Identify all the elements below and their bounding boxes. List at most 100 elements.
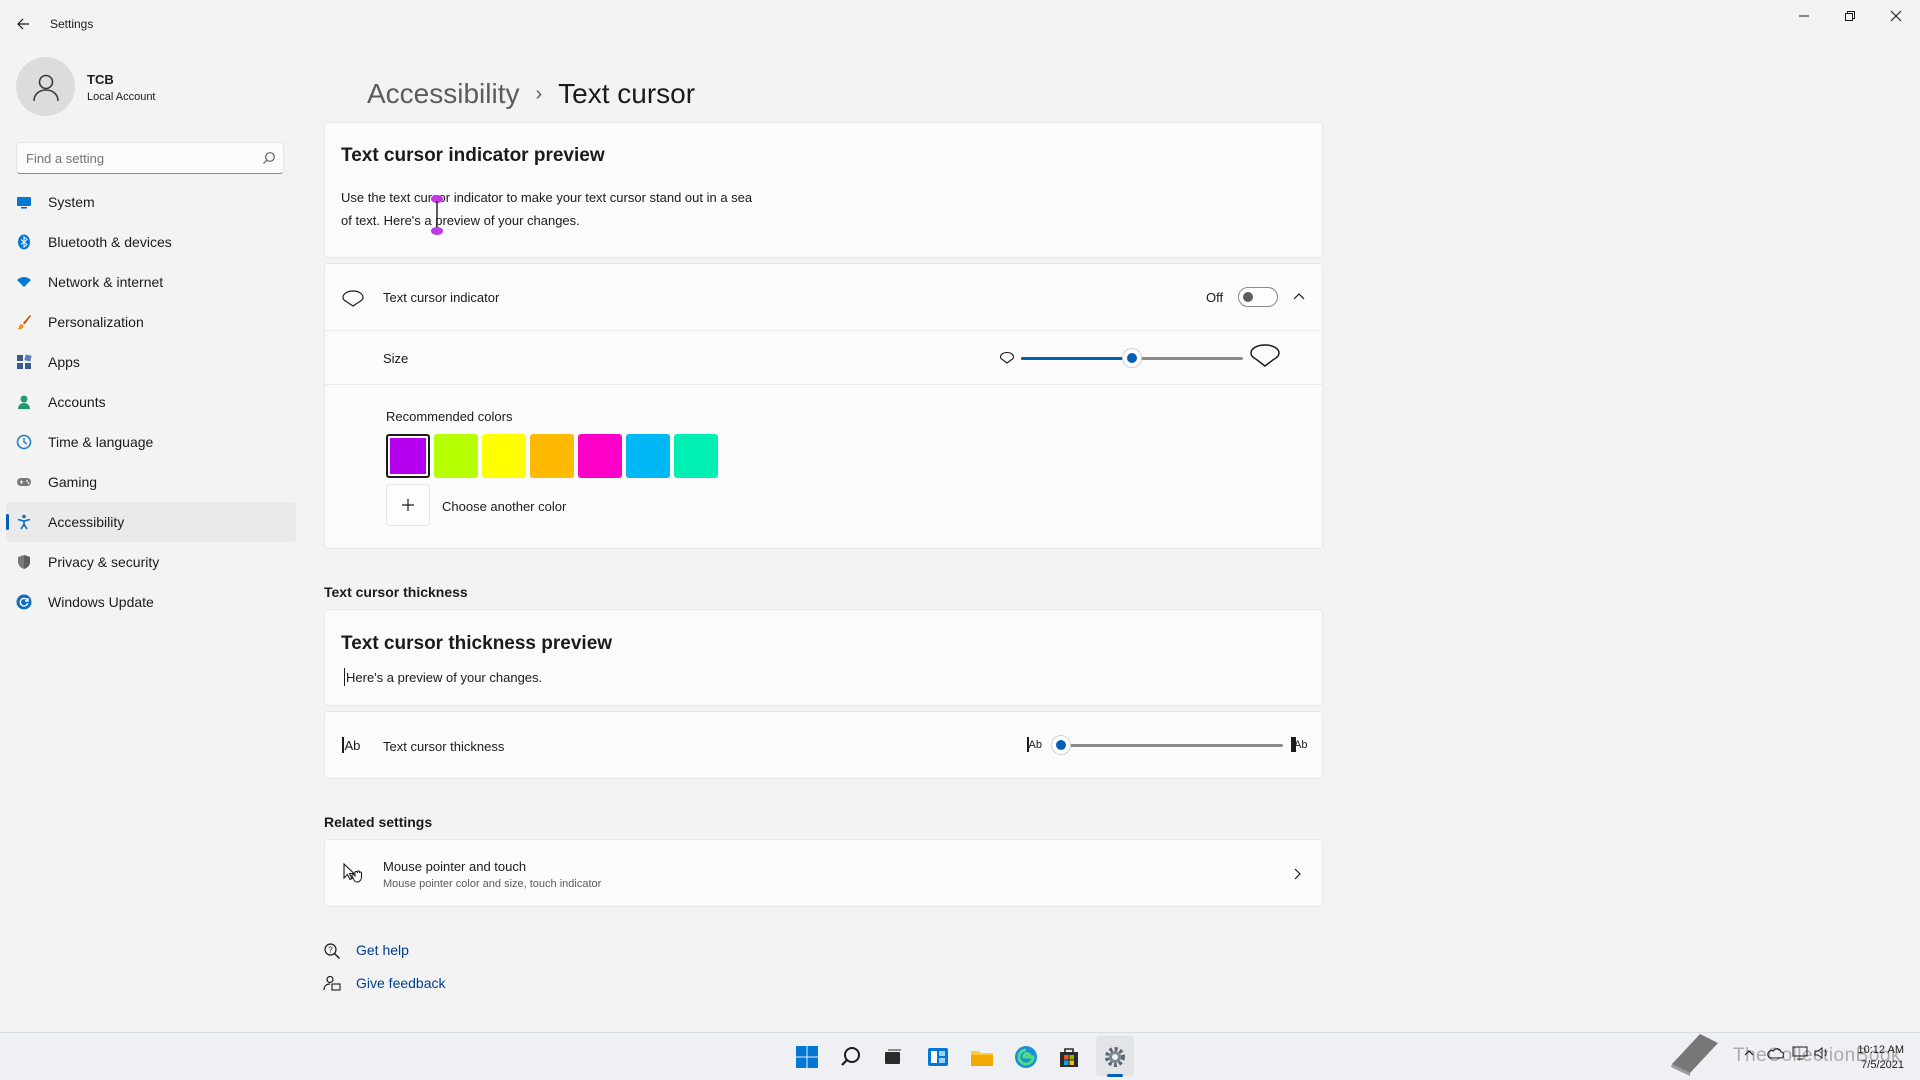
thickness-slider[interactable] <box>1051 734 1283 756</box>
size-slider-fill <box>1021 357 1132 360</box>
sidebar-item-bluetooth[interactable]: Bluetooth & devices <box>6 222 296 262</box>
size-label: Size <box>383 351 409 366</box>
task-view-icon[interactable] <box>881 1045 905 1069</box>
sidebar-item-label: Time & language <box>48 434 154 450</box>
bluetooth-icon <box>16 234 32 250</box>
sidebar-item-label: Apps <box>48 354 80 370</box>
window-title: Settings <box>50 17 94 31</box>
sidebar-item-label: Gaming <box>48 474 98 490</box>
chevron-up-icon[interactable] <box>1292 291 1306 301</box>
choose-color-label[interactable]: Choose another color <box>442 499 566 514</box>
color-swatch-teal[interactable] <box>674 434 718 478</box>
close-button[interactable] <box>1873 6 1919 26</box>
minimize-button[interactable] <box>1781 6 1827 26</box>
breadcrumb-separator: › <box>535 82 543 105</box>
thickness-icon: Ab <box>342 737 360 753</box>
edge-icon[interactable] <box>1014 1045 1038 1069</box>
sidebar-item-privacy[interactable]: Privacy & security <box>6 542 296 582</box>
taskbar-search-icon[interactable] <box>839 1045 863 1069</box>
breadcrumb: Accessibility › Text cursor <box>367 78 695 110</box>
clock-time[interactable]: 10:12 AM <box>1854 1044 1904 1056</box>
chevron-right-icon[interactable] <box>1293 867 1303 881</box>
system-icon <box>16 194 32 210</box>
indicator-toggle[interactable] <box>1238 287 1278 307</box>
large-indicator-icon <box>1249 343 1281 369</box>
wifi-icon <box>16 274 32 290</box>
color-swatch-cyan[interactable] <box>626 434 670 478</box>
color-swatch-orange[interactable] <box>530 434 574 478</box>
speaker-icon[interactable] <box>1814 1046 1830 1060</box>
sidebar-item-apps[interactable]: Apps <box>6 342 296 382</box>
thickness-preview-text: Here's a preview of your changes. <box>346 670 543 685</box>
svg-text:?: ? <box>328 946 333 955</box>
shield-icon <box>16 554 32 570</box>
sidebar-item-accounts[interactable]: Accounts <box>6 382 296 422</box>
color-swatch-pink[interactable] <box>578 434 622 478</box>
restore-button[interactable] <box>1827 6 1873 26</box>
thick-cursor-icon: Ab <box>1291 737 1307 752</box>
sidebar-item-label: Accessibility <box>48 514 125 530</box>
small-indicator-icon <box>999 351 1015 365</box>
thickness-slider-thumb[interactable] <box>1051 735 1071 755</box>
gamepad-icon <box>16 474 32 490</box>
search-input[interactable] <box>16 142 284 174</box>
related-settings-title: Related settings <box>324 814 433 830</box>
sidebar-item-accessibility[interactable]: Accessibility <box>6 502 296 542</box>
sidebar-item-label: Privacy & security <box>48 554 160 570</box>
title-bar <box>0 0 1920 46</box>
sidebar-item-personalization[interactable]: Personalization <box>6 302 296 342</box>
account-name: TCB <box>87 72 114 87</box>
sidebar-item-windows-update[interactable]: Windows Update <box>6 582 296 622</box>
related-item-description: Mouse pointer color and size, touch indi… <box>383 878 602 890</box>
sidebar-item-network[interactable]: Network & internet <box>6 262 296 302</box>
thickness-preview-caret <box>344 668 345 686</box>
thickness-preview-title: Text cursor thickness preview <box>341 633 613 654</box>
watermark-book-icon <box>1668 1030 1722 1076</box>
brush-icon <box>16 314 32 330</box>
color-swatch-purple[interactable] <box>386 434 430 478</box>
divider <box>325 384 1322 385</box>
tray-chevron-icon[interactable] <box>1743 1047 1755 1059</box>
sidebar-item-label: System <box>48 194 95 210</box>
sidebar-item-time-language[interactable]: Time & language <box>6 422 296 462</box>
sidebar-item-label: Windows Update <box>48 594 154 610</box>
help-icon: ? <box>323 942 341 960</box>
indicator-preview-title: Text cursor indicator preview <box>341 145 605 166</box>
related-item-label[interactable]: Mouse pointer and touch <box>383 859 526 874</box>
indicator-preview-line1: Use the text cursor indicator to make yo… <box>341 190 753 205</box>
widgets-icon[interactable] <box>926 1045 950 1069</box>
store-icon[interactable] <box>1057 1045 1081 1069</box>
breadcrumb-parent[interactable]: Accessibility <box>367 78 519 110</box>
start-icon[interactable] <box>795 1045 819 1069</box>
update-icon <box>16 594 32 610</box>
clock-date[interactable]: 7/5/2021 <box>1854 1059 1904 1071</box>
back-icon[interactable] <box>14 14 34 34</box>
search-icon[interactable] <box>262 151 276 165</box>
avatar[interactable] <box>16 57 75 116</box>
feedback-icon <box>323 975 341 993</box>
indicator-label: Text cursor indicator <box>383 290 500 305</box>
plus-icon <box>402 499 414 511</box>
onedrive-icon[interactable] <box>1766 1046 1784 1060</box>
get-help-link[interactable]: Get help <box>356 942 409 958</box>
sidebar-item-system[interactable]: System <box>6 182 296 222</box>
page-title: Text cursor <box>558 78 696 109</box>
mouse-pointer-icon <box>341 862 365 884</box>
file-explorer-icon[interactable] <box>970 1045 994 1069</box>
color-swatch-lime[interactable] <box>434 434 478 478</box>
thickness-preview-card <box>324 609 1323 706</box>
globe-clock-icon <box>16 434 32 450</box>
give-feedback-link[interactable]: Give feedback <box>356 975 446 991</box>
sidebar-item-gaming[interactable]: Gaming <box>6 462 296 502</box>
size-slider-thumb[interactable] <box>1122 348 1142 368</box>
color-swatch-yellow[interactable] <box>482 434 526 478</box>
size-slider[interactable] <box>1021 347 1243 369</box>
settings-gear-icon <box>1103 1045 1127 1069</box>
divider <box>325 330 1322 331</box>
display-icon[interactable] <box>1792 1046 1808 1060</box>
sidebar-item-label: Personalization <box>48 314 144 330</box>
taskbar <box>0 1032 1920 1080</box>
sidebar-item-label: Bluetooth & devices <box>48 234 172 250</box>
recommended-colors-label: Recommended colors <box>386 409 513 424</box>
add-color-button[interactable] <box>386 484 430 526</box>
